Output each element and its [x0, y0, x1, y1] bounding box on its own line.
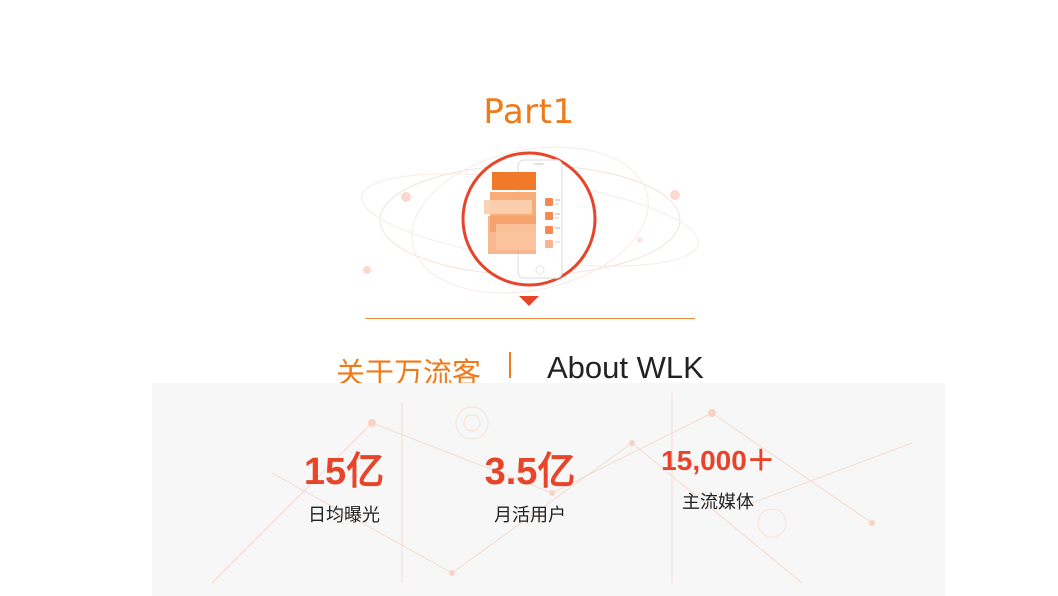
- orbit-dot: [363, 266, 371, 274]
- divider-line: [365, 318, 695, 319]
- orbit-dot: [401, 192, 411, 202]
- slide: Part1 关于万流客 About WLK 15亿 日均曝光 3.5亿 月活用户…: [0, 0, 1058, 596]
- stat-mainstream-media: 15,000＋ 主流媒体: [628, 444, 808, 514]
- orbit-dot: [637, 237, 643, 243]
- part-title: Part1: [483, 92, 575, 132]
- heading-separator: [509, 352, 511, 378]
- stat-label: 主流媒体: [682, 492, 754, 513]
- stat-value: 3.5亿: [484, 451, 576, 493]
- stat-label: 日均曝光: [308, 505, 380, 526]
- heading-english: About WLK: [547, 350, 704, 385]
- stat-monthly-active-users: 3.5亿 月活用户: [440, 440, 620, 527]
- stat-daily-exposure: 15亿 日均曝光: [254, 440, 434, 527]
- stat-label: 月活用户: [494, 505, 566, 526]
- phone-app-icon: [461, 151, 597, 287]
- stat-value: 15,000＋: [661, 445, 775, 476]
- stat-value: 15亿: [303, 451, 385, 493]
- pointer-triangle-icon: [519, 296, 539, 306]
- orbit-dot: [670, 190, 680, 200]
